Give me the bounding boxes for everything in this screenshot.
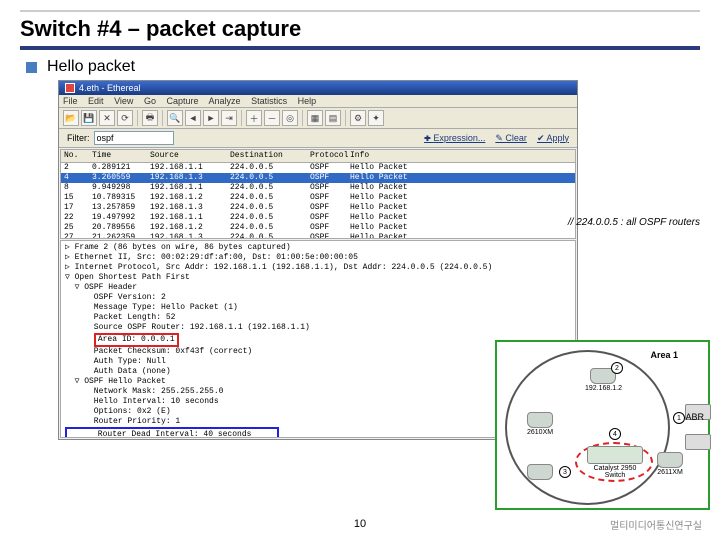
zoom-fit-icon[interactable]: ◎: [282, 110, 298, 126]
col-no[interactable]: No.: [64, 151, 92, 161]
toolbar-filter: Filter: 🞧 Expression... ✎ Clear ✔ Apply: [59, 129, 577, 148]
window-title: 4.eth - Ethereal: [79, 83, 141, 93]
packet-list-header: No. Time Source Destination Protocol Inf…: [61, 150, 575, 163]
label-catalyst: Catalyst 2950 Switch: [585, 465, 645, 479]
app-icon: [65, 83, 75, 93]
area-label: Area 1: [650, 350, 678, 360]
menu-view[interactable]: View: [114, 96, 133, 106]
packet-row[interactable]: 2520.789556192.168.1.2224.0.0.5OSPFHello…: [61, 223, 575, 233]
label-2610xm: 2610XM: [527, 429, 553, 436]
close-icon[interactable]: ✕: [99, 110, 115, 126]
router-2610xm: [527, 412, 553, 428]
router-2611xm: [657, 452, 683, 468]
packet-row[interactable]: 43.260559192.168.1.3224.0.0.5OSPFHello P…: [61, 173, 575, 183]
packet-row[interactable]: 1510.789315192.168.1.2224.0.0.5OSPFHello…: [61, 193, 575, 203]
prefs-icon[interactable]: ⚙: [350, 110, 366, 126]
label-2611xm: 2611XM: [657, 469, 683, 476]
toolbar-main: 📂 💾 ✕ ⟳ 🖶 🔍 ◄ ► ⇥ ＋ － ◎ ▦ ▤ ⚙ ✦: [59, 108, 577, 129]
detail-line[interactable]: Source OSPF Router: 192.168.1.1 (192.168…: [65, 323, 571, 333]
bullet-text: Hello packet: [47, 58, 135, 76]
detail-line[interactable]: ▷ Ethernet II, Src: 00:02:29:df:af:00, D…: [65, 253, 571, 263]
slide-title: Switch #4 – packet capture: [20, 10, 700, 50]
menu-go[interactable]: Go: [144, 96, 156, 106]
col-time[interactable]: Time: [92, 151, 150, 161]
detail-line[interactable]: ▷ Frame 2 (86 bytes on wire, 86 bytes ca…: [65, 243, 571, 253]
detail-line[interactable]: ▷ Internet Protocol, Src Addr: 192.168.1…: [65, 263, 571, 273]
col-source[interactable]: Source: [150, 151, 230, 161]
col-info[interactable]: Info: [350, 151, 572, 161]
badge-1: 1: [673, 412, 685, 424]
footer-lab: 멀티미디어통신연구실: [610, 517, 702, 532]
menu-analyze[interactable]: Analyze: [209, 96, 241, 106]
label-ip-top: 192.168.1.2: [585, 385, 622, 392]
menu-help[interactable]: Help: [298, 96, 317, 106]
forward-icon[interactable]: ►: [203, 110, 219, 126]
save-icon[interactable]: 💾: [81, 110, 97, 126]
packet-row[interactable]: 20.289121192.168.1.1224.0.0.5OSPFHello P…: [61, 163, 575, 173]
bullet-row: Hello packet: [26, 58, 700, 76]
bullet-icon: [26, 62, 37, 73]
packet-row[interactable]: 2721.262359192.168.1.3224.0.0.5OSPFHello…: [61, 233, 575, 239]
router-bottom-left: [527, 464, 553, 480]
detail-line[interactable]: OSPF Version: 2: [65, 293, 571, 303]
detail-line[interactable]: ▽ OSPF Header: [65, 283, 571, 293]
detail-line[interactable]: Message Type: Hello Packet (1): [65, 303, 571, 313]
packet-row[interactable]: 1713.257859192.168.1.3224.0.0.5OSPFHello…: [61, 203, 575, 213]
help-icon[interactable]: ✦: [368, 110, 384, 126]
capture-opts-icon[interactable]: ▦: [307, 110, 323, 126]
jump-icon[interactable]: ⇥: [221, 110, 237, 126]
badge-4: 4: [609, 428, 621, 440]
col-protocol[interactable]: Protocol: [310, 151, 350, 161]
window-titlebar[interactable]: 4.eth - Ethereal: [59, 81, 577, 95]
switch-catalyst: [587, 446, 643, 464]
detail-line[interactable]: Packet Length: 52: [65, 313, 571, 323]
zoom-in-icon[interactable]: ＋: [246, 110, 262, 126]
back-icon[interactable]: ◄: [185, 110, 201, 126]
page-number: 10: [354, 518, 366, 530]
filter-input[interactable]: [94, 131, 174, 145]
menubar[interactable]: File Edit View Go Capture Analyze Statis…: [59, 95, 577, 108]
find-icon[interactable]: 🔍: [167, 110, 183, 126]
packet-list-pane[interactable]: No. Time Source Destination Protocol Inf…: [60, 149, 576, 239]
filter-label: Filter:: [67, 133, 90, 143]
topology-diagram: Area 1 2610XM 192.168.1.2 Catalyst 2950 …: [495, 340, 710, 510]
print-icon[interactable]: 🖶: [142, 110, 158, 126]
pc-abr-bottom: [685, 434, 711, 450]
apply-link[interactable]: ✔ Apply: [537, 133, 569, 144]
expression-link[interactable]: 🞧 Expression...: [424, 133, 485, 144]
clear-link[interactable]: ✎ Clear: [495, 133, 527, 144]
open-icon[interactable]: 📂: [63, 110, 79, 126]
menu-statistics[interactable]: Statistics: [251, 96, 287, 106]
annotation-multicast: // 224.0.0.5 : all OSPF routers: [568, 217, 700, 228]
badge-2: 2: [611, 362, 623, 374]
zoom-out-icon[interactable]: －: [264, 110, 280, 126]
packet-row[interactable]: 2219.497992192.168.1.1224.0.0.5OSPFHello…: [61, 213, 575, 223]
label-abr: ABR: [685, 412, 704, 422]
menu-capture[interactable]: Capture: [166, 96, 198, 106]
packet-row[interactable]: 89.949298192.168.1.1224.0.0.5OSPFHello P…: [61, 183, 575, 193]
reload-icon[interactable]: ⟳: [117, 110, 133, 126]
menu-file[interactable]: File: [63, 96, 78, 106]
colorize-icon[interactable]: ▤: [325, 110, 341, 126]
col-destination[interactable]: Destination: [230, 151, 310, 161]
menu-edit[interactable]: Edit: [88, 96, 104, 106]
badge-3: 3: [559, 466, 571, 478]
detail-line[interactable]: ▽ Open Shortest Path First: [65, 273, 571, 283]
